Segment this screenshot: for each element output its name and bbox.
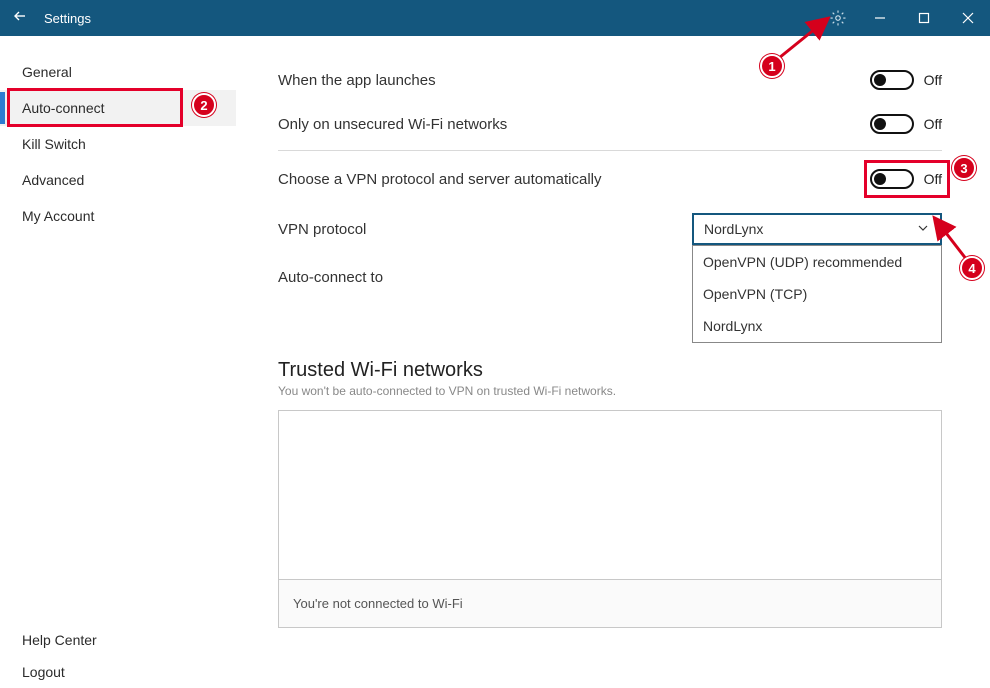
close-button[interactable] bbox=[946, 0, 990, 36]
vpn-protocol-dropdown[interactable]: NordLynx bbox=[692, 213, 942, 245]
trusted-networks-list bbox=[278, 410, 942, 580]
toggle-app-launch[interactable] bbox=[870, 70, 914, 90]
setting-row-app-launch: When the app launches Off bbox=[278, 58, 942, 102]
trusted-networks-subtext: You won't be auto-connected to VPN on tr… bbox=[278, 384, 942, 398]
vpn-protocol-dropdown-list: OpenVPN (UDP) recommended OpenVPN (TCP) … bbox=[692, 245, 942, 343]
chevron-down-icon bbox=[916, 221, 930, 238]
main-content: When the app launches Off Only on unsecu… bbox=[236, 36, 990, 688]
sidebar-item-label: Auto-connect bbox=[22, 100, 105, 116]
window-title: Settings bbox=[44, 11, 91, 26]
dropdown-option-openvpn-udp[interactable]: OpenVPN (UDP) recommended bbox=[693, 246, 941, 278]
setting-row-vpn-protocol: VPN protocol NordLynx OpenVPN (UDP) reco… bbox=[278, 207, 942, 251]
trusted-networks-heading: Trusted Wi-Fi networks bbox=[278, 359, 942, 382]
setting-row-auto-protocol: Choose a VPN protocol and server automat… bbox=[278, 157, 942, 201]
toggle-auto-protocol[interactable] bbox=[870, 169, 914, 189]
divider bbox=[278, 150, 942, 151]
toggle-state-label: Off bbox=[924, 171, 942, 187]
annotation-badge-2: 2 bbox=[192, 93, 216, 117]
annotation-badge-4: 4 bbox=[960, 256, 984, 280]
toggle-state-label: Off bbox=[924, 116, 942, 132]
annotation-badge-3: 3 bbox=[952, 156, 976, 180]
settings-window: Settings General Auto-connect bbox=[0, 0, 990, 688]
sidebar-item-advanced[interactable]: Advanced bbox=[0, 162, 236, 198]
maximize-button[interactable] bbox=[902, 0, 946, 36]
toggle-state-label: Off bbox=[924, 72, 942, 88]
toggle-unsecured-wifi[interactable] bbox=[870, 114, 914, 134]
sidebar-item-kill-switch[interactable]: Kill Switch bbox=[0, 126, 236, 162]
minimize-button[interactable] bbox=[858, 0, 902, 36]
annotation-badge-1: 1 bbox=[760, 54, 784, 78]
setting-label: Only on unsecured Wi-Fi networks bbox=[278, 116, 870, 133]
sidebar-item-general[interactable]: General bbox=[0, 54, 236, 90]
dropdown-option-openvpn-tcp[interactable]: OpenVPN (TCP) bbox=[693, 278, 941, 310]
sidebar-item-logout[interactable]: Logout bbox=[0, 656, 236, 688]
sidebar: General Auto-connect Kill Switch Advance… bbox=[0, 36, 236, 688]
setting-label: VPN protocol bbox=[278, 221, 692, 238]
dropdown-selected-value: NordLynx bbox=[704, 221, 763, 237]
setting-label: Choose a VPN protocol and server automat… bbox=[278, 171, 870, 188]
back-button[interactable] bbox=[0, 8, 40, 29]
sidebar-item-help-center[interactable]: Help Center bbox=[0, 624, 236, 656]
dropdown-option-nordlynx[interactable]: NordLynx bbox=[693, 310, 941, 342]
setting-row-unsecured-wifi: Only on unsecured Wi-Fi networks Off bbox=[278, 102, 942, 146]
wifi-not-connected-notice: You're not connected to Wi-Fi bbox=[278, 580, 942, 628]
titlebar: Settings bbox=[0, 0, 990, 36]
sidebar-item-my-account[interactable]: My Account bbox=[0, 198, 236, 234]
gear-icon[interactable] bbox=[818, 0, 858, 36]
